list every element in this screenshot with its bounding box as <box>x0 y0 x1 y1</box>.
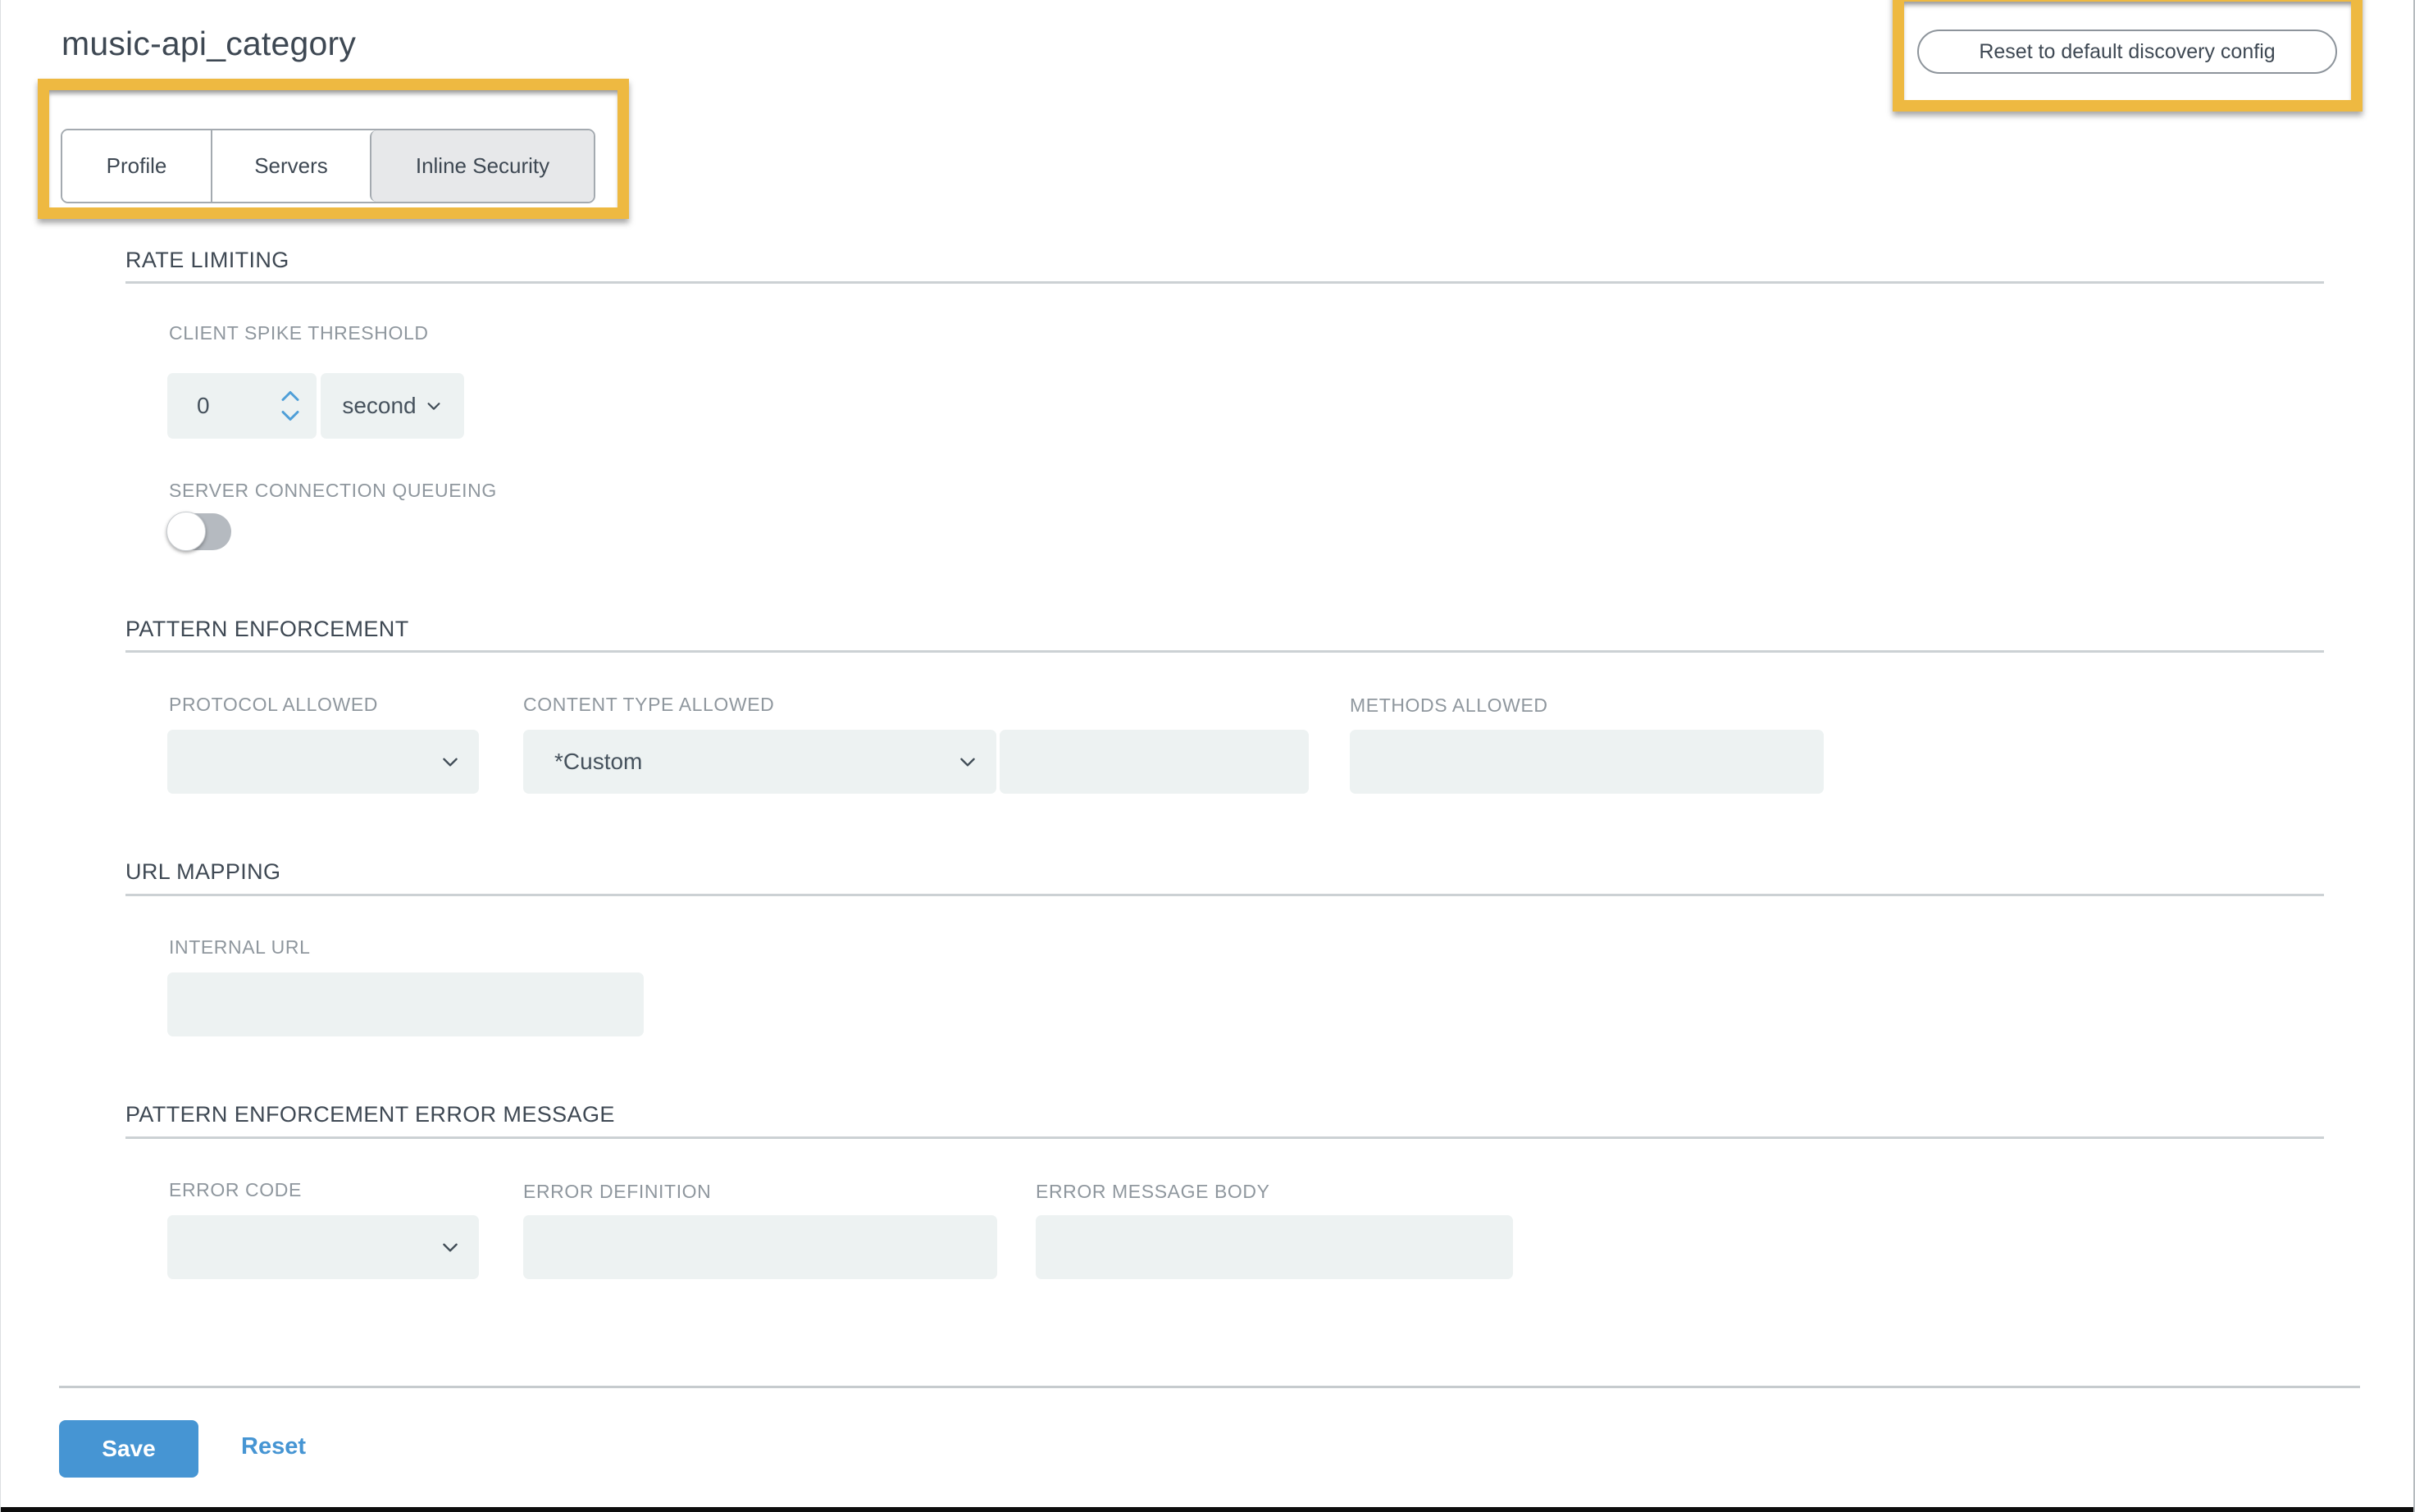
section-divider <box>125 650 2324 653</box>
server-connection-queueing-label: SERVER CONNECTION QUEUEING <box>169 480 497 501</box>
tab-servers[interactable]: Servers <box>211 130 370 202</box>
number-stepper <box>280 390 300 422</box>
chevron-down-icon <box>960 758 975 767</box>
threshold-unit-value: second <box>342 393 417 418</box>
tab-profile[interactable]: Profile <box>62 130 211 202</box>
section-divider <box>125 1136 2324 1139</box>
protocol-allowed-select[interactable] <box>167 730 479 794</box>
content-type-allowed-label: CONTENT TYPE ALLOWED <box>523 694 775 715</box>
section-title-error-message: PATTERN ENFORCEMENT ERROR MESSAGE <box>125 1102 615 1127</box>
stepper-up-button[interactable] <box>280 390 300 403</box>
client-spike-threshold-label: CLIENT SPIKE THRESHOLD <box>169 322 429 344</box>
error-message-body-field <box>1036 1215 1513 1279</box>
chevron-down-icon <box>443 1243 458 1252</box>
server-connection-queueing-toggle[interactable] <box>166 512 231 551</box>
content-type-allowed-select[interactable]: *Custom <box>523 730 996 794</box>
save-button[interactable]: Save <box>59 1420 198 1478</box>
error-message-body-input[interactable] <box>1036 1215 1513 1279</box>
error-code-select[interactable] <box>167 1215 479 1279</box>
content-type-custom-field <box>1000 730 1309 794</box>
inline-security-config-page: music-api_category Profile Servers Inlin… <box>0 0 2415 1512</box>
internal-url-label: INTERNAL URL <box>169 936 311 958</box>
error-code-label: ERROR CODE <box>169 1179 302 1200</box>
error-definition-field <box>523 1215 997 1279</box>
methods-allowed-field <box>1350 730 1824 794</box>
toggle-knob <box>166 512 206 551</box>
methods-allowed-label: METHODS ALLOWED <box>1350 695 1548 716</box>
content-type-allowed-value: *Custom <box>554 749 643 774</box>
threshold-unit-select[interactable]: second <box>321 373 464 439</box>
page-title: music-api_category <box>62 25 357 62</box>
section-divider <box>125 894 2324 896</box>
section-title-url-mapping: URL MAPPING <box>125 859 281 884</box>
client-spike-threshold-input[interactable] <box>167 373 257 439</box>
chevron-up-icon <box>281 391 299 401</box>
section-title-rate-limiting: RATE LIMITING <box>125 248 289 272</box>
internal-url-input[interactable] <box>167 972 644 1036</box>
reset-discovery-button[interactable]: Reset to default discovery config <box>1917 30 2337 74</box>
methods-allowed-input[interactable] <box>1350 730 1824 794</box>
chevron-down-icon <box>443 758 458 767</box>
reset-link[interactable]: Reset <box>241 1433 306 1460</box>
internal-url-field <box>167 972 644 1036</box>
chevron-down-icon <box>281 411 299 421</box>
content-type-custom-input[interactable] <box>1000 730 1309 794</box>
chevron-down-icon <box>427 403 440 410</box>
footer-divider <box>59 1386 2360 1388</box>
section-divider <box>125 281 2324 284</box>
window-bottom-edge <box>1 1507 2413 1512</box>
section-title-pattern-enforcement: PATTERN ENFORCEMENT <box>125 617 409 641</box>
error-definition-label: ERROR DEFINITION <box>523 1181 712 1202</box>
error-definition-input[interactable] <box>523 1215 997 1279</box>
protocol-allowed-label: PROTOCOL ALLOWED <box>169 694 378 715</box>
client-spike-threshold-field <box>167 373 317 439</box>
stepper-down-button[interactable] <box>280 410 300 422</box>
error-message-body-label: ERROR MESSAGE BODY <box>1036 1181 1270 1202</box>
tab-inline-security[interactable]: Inline Security <box>370 130 594 202</box>
tab-group: Profile Servers Inline Security <box>61 129 595 203</box>
